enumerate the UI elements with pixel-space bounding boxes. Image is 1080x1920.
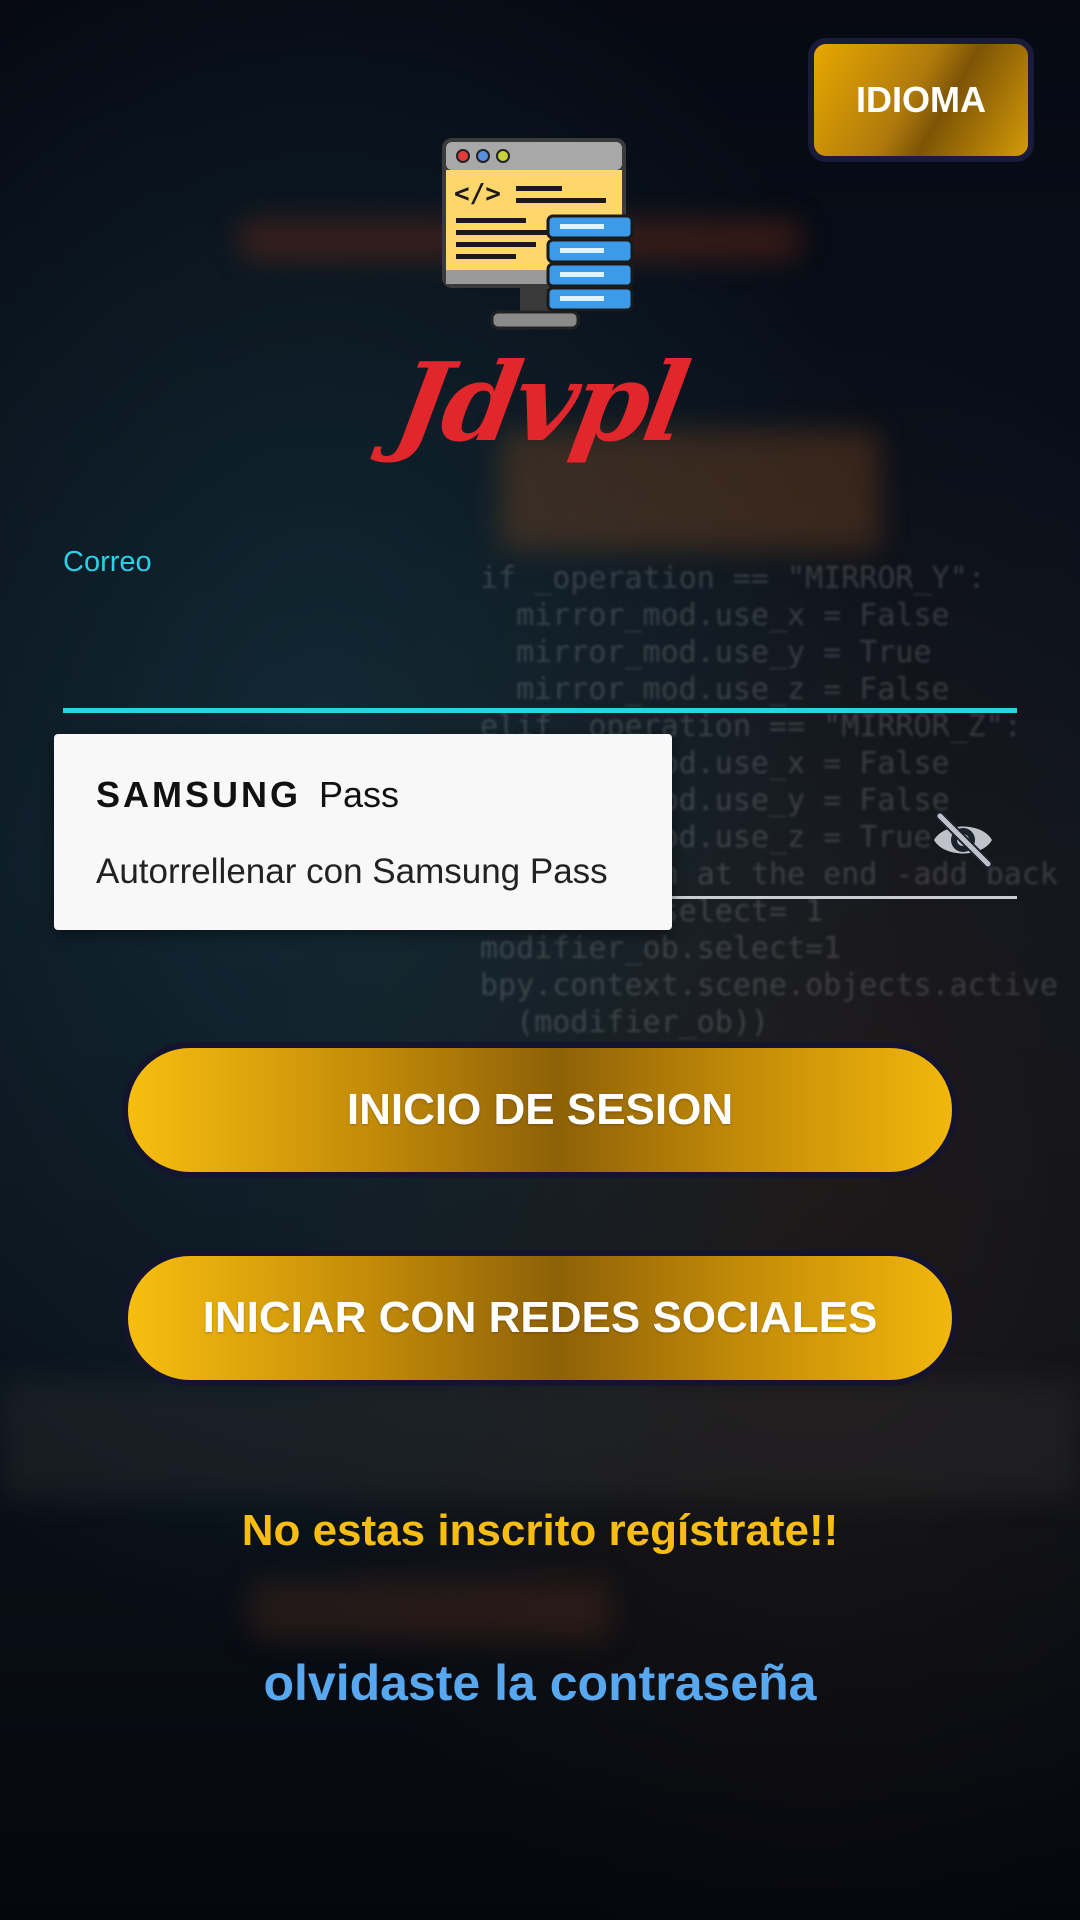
email-field-underline [63,708,1017,713]
autofill-action-text[interactable]: Autorrellenar con Samsung Pass [96,852,608,892]
samsung-pass-logo: SAMSUNG Pass [96,774,399,816]
pass-wordmark: Pass [319,774,400,815]
brand-logo-text: Jdvpl [385,340,695,466]
eye-off-icon[interactable] [930,810,996,870]
login-screen: if _operation == "MIRROR_Y": mirror_mod.… [0,0,1080,1920]
language-button[interactable]: IDIOMA [808,38,1034,162]
email-label: Correo [63,546,152,578]
code-monitor-database-icon: </> [442,138,634,330]
email-field[interactable] [63,590,1021,712]
background-blur [250,1580,610,1640]
background-blur [0,1380,1080,1500]
social-login-button[interactable]: INICIAR CON REDES SOCIALES [122,1250,958,1386]
samsung-wordmark: SAMSUNG [96,774,302,815]
forgot-password-link[interactable]: olvidaste la contraseña [0,1654,1080,1712]
svg-text:</>: </> [454,179,501,209]
samsung-pass-autofill-popup[interactable]: SAMSUNG Pass Autorrellenar con Samsung Pa… [54,734,672,930]
register-link[interactable]: No estas inscrito regístrate!! [0,1506,1080,1556]
login-button[interactable]: INICIO DE SESION [122,1042,958,1178]
